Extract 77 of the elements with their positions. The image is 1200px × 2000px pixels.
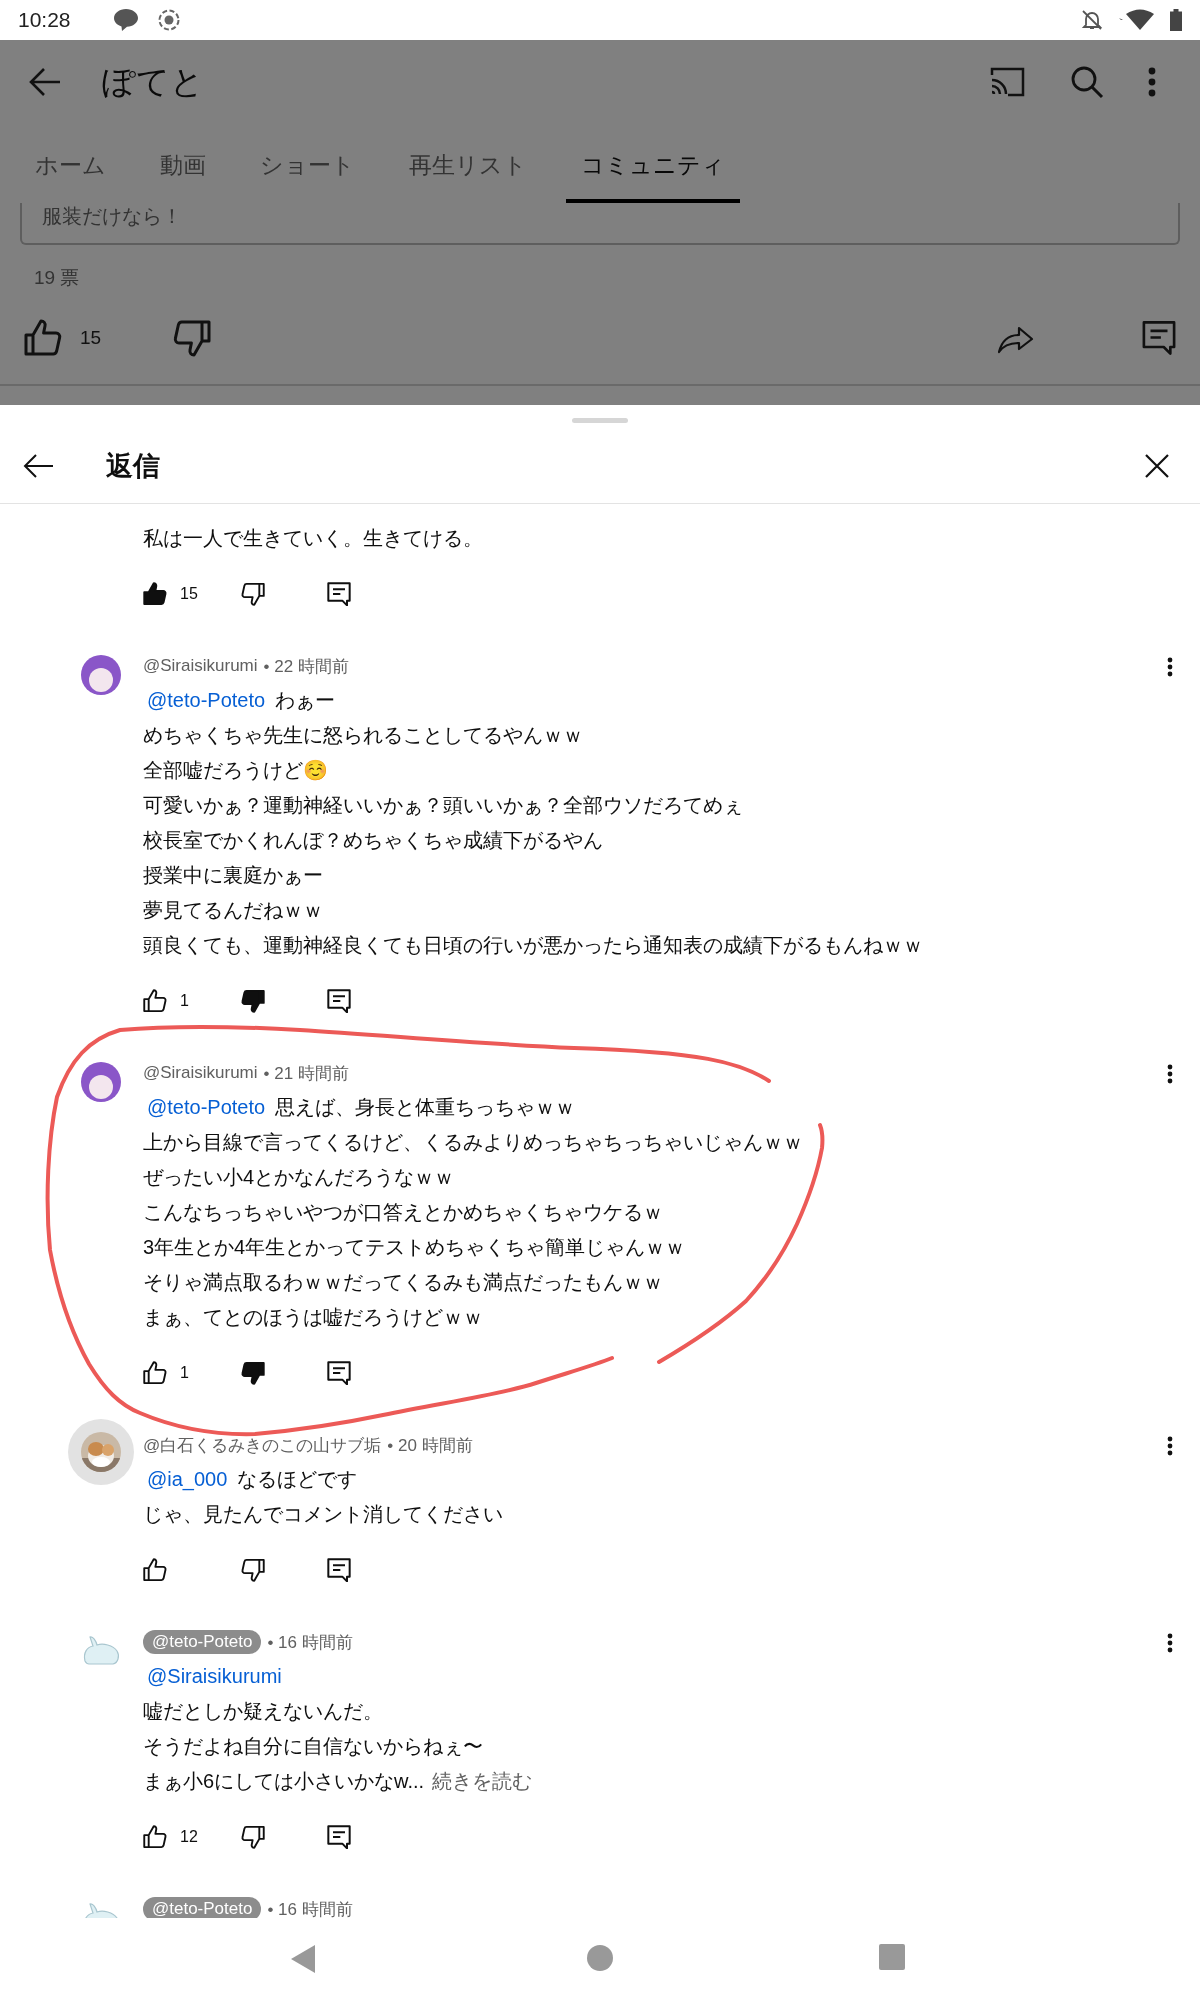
- more-options-icon[interactable]: [1167, 657, 1173, 677]
- mention-link[interactable]: @Siraisikurumi: [147, 1665, 282, 1688]
- search-icon[interactable]: [1070, 65, 1104, 99]
- tab[interactable]: コミュニティ: [566, 124, 740, 203]
- bell-off-icon: [1080, 8, 1104, 32]
- back-arrow-icon[interactable]: [22, 453, 54, 479]
- comment-text: なるほどです: [237, 1467, 358, 1492]
- channel-title: ぽてと: [102, 61, 205, 102]
- tab[interactable]: 動画: [145, 124, 221, 203]
- comment-text: 思えば、身長と体重ちっちゃｗｗ: [275, 1095, 576, 1120]
- thumbs-down-icon: [173, 319, 212, 357]
- poll-option[interactable]: 服装だけなら！: [20, 203, 1180, 245]
- like-button[interactable]: 1: [143, 1351, 241, 1395]
- comment-text: 上から目線で言ってくるけど、くるみよりめっちゃちっちゃいじゃんｗｗ: [143, 1130, 803, 1155]
- like-button[interactable]: 12: [143, 1815, 241, 1859]
- comment-icon: [327, 1558, 351, 1582]
- mention-link[interactable]: @teto-Poteto: [147, 689, 266, 712]
- comment-text: 私は一人で生きていく。生きてける。: [143, 526, 483, 551]
- comment-text: そりゃ満点取るわｗｗだってくるみも満点だったもんｗｗ: [143, 1270, 663, 1295]
- comment-icon: [327, 1825, 351, 1849]
- author-name[interactable]: @Siraisikurumi: [143, 1063, 258, 1083]
- chat-bubble-icon: [112, 8, 139, 32]
- status-time: 10:28: [18, 8, 71, 32]
- author-name[interactable]: @Siraisikurumi: [143, 656, 258, 676]
- comment-icon: [327, 1361, 351, 1385]
- wifi-icon: [1118, 8, 1156, 32]
- comment-text: 嘘だとしか疑えないんだ。: [143, 1699, 383, 1724]
- comment-text: そうだよね自分に自信ないからねぇ〜: [143, 1734, 483, 1759]
- avatar-icon: [81, 655, 121, 695]
- thumbs-up-icon: [24, 319, 62, 357]
- vote-count: 19 票: [34, 266, 80, 290]
- comment-icon: [327, 582, 351, 606]
- comment-text: めちゃくちゃ先生に怒られることしてるやんｗｗ: [143, 723, 583, 748]
- record-icon: [156, 8, 181, 32]
- comment-text: 可愛いかぁ？運動神経いいかぁ？頭いいかぁ？全部ウソだろてめぇ: [143, 793, 743, 818]
- back-nav-icon[interactable]: [290, 1944, 316, 1974]
- comment-text: こんなちっちゃいやつが口答えとかめちゃくちゃウケるｗ: [143, 1200, 663, 1225]
- avatar-icon: [81, 1062, 121, 1102]
- home-nav-icon[interactable]: [586, 1944, 614, 1972]
- comment-icon[interactable]: [1142, 320, 1176, 356]
- more-options-icon[interactable]: [1167, 1064, 1173, 1084]
- like-button[interactable]: 15: [24, 319, 102, 357]
- comment-time: • 16 時間前: [267, 1631, 353, 1654]
- comment-text: まぁ、てとのほうは嘘だろうけどｗｗ: [143, 1305, 483, 1330]
- author-name[interactable]: @白石くるみきのこの山サブ垢: [143, 1433, 382, 1457]
- tab[interactable]: ショート: [245, 124, 370, 203]
- comment-time: • 20 時間前: [387, 1434, 473, 1457]
- comment-text: 3年生とか4年生とかってテストめちゃくちゃ簡単じゃんｗｗ: [143, 1235, 686, 1260]
- more-options-icon[interactable]: [1167, 1436, 1173, 1456]
- tab[interactable]: ホーム: [20, 124, 121, 203]
- mention-link[interactable]: @ia_000: [147, 1468, 228, 1491]
- comment-text: ぜったい小4とかなんだろうなｗｗ: [143, 1165, 455, 1190]
- cast-icon[interactable]: [988, 66, 1026, 98]
- comment-time: • 16 時間前: [267, 1898, 353, 1918]
- close-icon[interactable]: [1144, 453, 1170, 479]
- comment-icon: [327, 989, 351, 1013]
- battery-icon: [1170, 9, 1182, 31]
- drag-handle[interactable]: [572, 418, 628, 423]
- comment-text: わぁー: [275, 688, 336, 713]
- comment-text: じゃ、見たんでコメント消してください: [143, 1502, 503, 1527]
- sheet-title: 返信: [106, 450, 161, 483]
- comment-text: 全部嘘だろうけど☺: [143, 758, 328, 783]
- comment-text: 頭良くても、運動神経良くても日頃の行いが悪かったら通知表の成績下がるもんねｗｗ: [143, 933, 923, 958]
- comment-time: • 22 時間前: [263, 655, 349, 678]
- mention-link[interactable]: @teto-Poteto: [147, 1096, 266, 1119]
- read-more-link[interactable]: 続きを読む: [432, 1768, 533, 1795]
- comment-time: • 21 時間前: [263, 1062, 349, 1085]
- like-button[interactable]: 15: [143, 572, 241, 616]
- comment-text: 夢見てるんだねｗｗ: [143, 898, 323, 923]
- author-name[interactable]: @teto-Poteto: [143, 1630, 262, 1654]
- author-name[interactable]: @teto-Poteto: [143, 1897, 262, 1918]
- comment-text: 授業中に裏庭かぁー: [143, 863, 323, 888]
- comment-text: 校長室でかくれんぼ？めちゃくちゃ成績下がるやん: [143, 828, 603, 853]
- like-button[interactable]: 1: [143, 979, 241, 1023]
- comment-text: まぁ小6にしては小さいかなw...: [143, 1769, 425, 1794]
- more-options-icon[interactable]: [1167, 1633, 1173, 1653]
- tab[interactable]: 再生リスト: [394, 124, 542, 203]
